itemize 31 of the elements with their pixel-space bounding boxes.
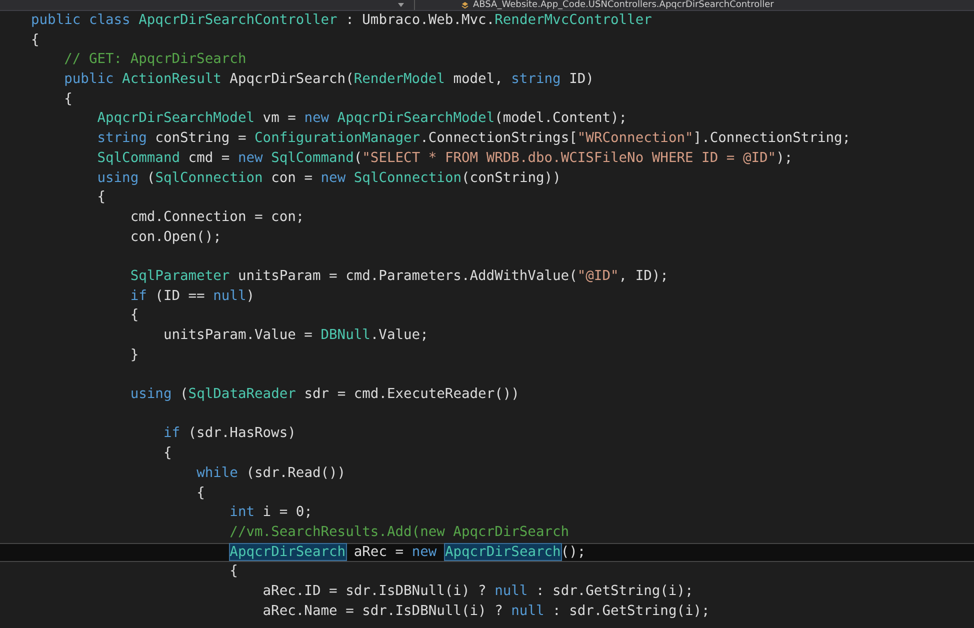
code-line: // GET: ApqcrDirSearch [64,51,246,68]
code-line: //vm.SearchResults.Add(new ApqcrDirSearch [230,524,570,540]
code-line: aRec.ID = sdr.IsDBNull(i) ? null : sdr.GetString(i); [262,582,694,599]
code-line: string conString = ConfigurationManager.ConnectionStrings["WRConnection"].ConnectionString; [97,130,851,146]
code-line: { [230,563,238,580]
code-line: if (sdr.HasRows) [163,425,296,442]
code-line: { [130,307,139,324]
code-line: public ActionResult ApqcrDirSearch(RenderModel model, string ID) [64,71,594,88]
code-line: con.Open(); [130,228,222,245]
code-line: { [31,32,40,48]
code-line: { [196,484,205,500]
code-line: ApqcrDirSearch aRec = new ApqcrDirSearch(); [230,544,586,560]
caret-icon[interactable] [398,3,404,7]
code-line: while (sdr.Read()) [196,464,346,481]
code-line: SqlParameter unitsParam = cmd.Parameters.AddWithValue("@ID", ID); [130,268,668,284]
code-line: int i = 0; [230,504,312,520]
code-line: using (SqlDataReader sdr = cmd.ExecuteReader()) [130,386,520,402]
code-line: SqlCommand cmd = new SqlCommand("SELECT * FROM WRDB.dbo.WCISFileNo WHERE ID = @ID"); [97,150,793,166]
class-icon [461,1,469,9]
code-line: unitsParam.Value = DBNull.Value; [163,327,428,343]
code-line: if (ID == null) [130,288,255,304]
code-line: } [130,346,139,363]
code-line: { [163,445,172,462]
code-line: ApqcrDirSearchModel vm = new ApqcrDirSearchModel(model.Content); [97,110,628,126]
code-line: aRec.Name = sdr.IsDBNull(i) ? null : sdr.GetString(i); [262,602,710,619]
code-line: { [97,189,106,206]
code-line: public class ApqcrDirSearchController : Umbraco.Web.Mvc.RenderMvcController [31,12,652,28]
code-line: cmd.Connection = con; [130,208,304,225]
code-line: { [64,90,72,107]
navigation-path[interactable]: ABSA_Website.App_Code.USNControllers.ApqcrDirSearchController [473,0,774,10]
code-line: using (SqlConnection con = new SqlConnection(conString)) [97,170,561,186]
